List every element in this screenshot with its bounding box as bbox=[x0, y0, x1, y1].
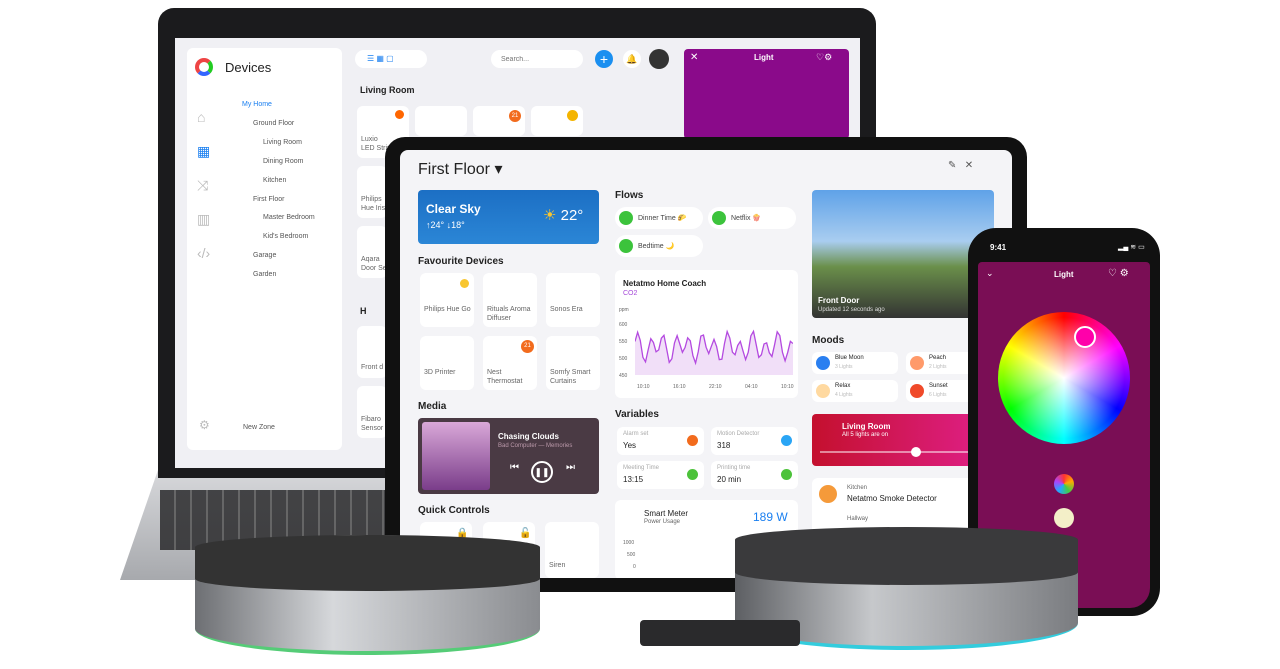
favourite-device[interactable]: Rituals Aroma Diffuser bbox=[483, 273, 537, 327]
favourite-device[interactable]: 3D Printer bbox=[420, 336, 474, 390]
flows-title: Flows bbox=[615, 190, 644, 201]
front-door-camera[interactable]: Front Door Updated 12 seconds ago bbox=[812, 190, 994, 318]
sidebar-title: Devices bbox=[225, 60, 272, 75]
heart-icon[interactable]: ♡ ⚙ bbox=[1108, 268, 1129, 279]
y-tick: 600 bbox=[619, 322, 628, 328]
favourites-title: Favourite Devices bbox=[418, 256, 504, 267]
device-card[interactable]: Fibaro Sensor bbox=[357, 386, 387, 438]
sidebar: Devices ⌂ ▦ ⤨ ▥ ‹/› My Home Ground Floor Liv… bbox=[187, 48, 342, 450]
white-light-icon[interactable] bbox=[1054, 508, 1074, 528]
y-tick: 550 bbox=[619, 339, 628, 345]
settings-icon[interactable]: ⚙ bbox=[199, 418, 210, 432]
grid-icon[interactable]: ▦ bbox=[197, 134, 210, 168]
next-button[interactable]: ⏭ bbox=[566, 462, 575, 473]
section-title-2: H bbox=[360, 306, 367, 316]
tree-item[interactable]: Kid's Bedroom bbox=[263, 233, 308, 240]
weather-card[interactable]: Clear Sky ↑24° ↓18° ☀ 22° bbox=[418, 190, 599, 244]
device-card[interactable]: 21 bbox=[473, 106, 525, 136]
tree-item[interactable]: Kitchen bbox=[263, 177, 286, 184]
chevron-down-icon[interactable]: ⌄ bbox=[986, 268, 994, 279]
edit-close-icons[interactable]: ✎ ✕ bbox=[948, 160, 973, 171]
avatar[interactable] bbox=[649, 49, 669, 69]
variable-card[interactable]: Printing time 20 min bbox=[711, 461, 798, 489]
page-title[interactable]: First Floor ▾ bbox=[418, 159, 502, 179]
pause-button[interactable]: ❚❚ bbox=[531, 461, 553, 483]
hub-left bbox=[195, 535, 540, 655]
heart-icon[interactable]: ♡⚙ bbox=[816, 52, 832, 63]
x-tick: 22:10 bbox=[709, 384, 722, 390]
phone-title: Light bbox=[1054, 270, 1074, 279]
variable-card[interactable]: Meeting Time 13:15 bbox=[617, 461, 704, 489]
favourite-device[interactable]: Philips Hue Go bbox=[420, 273, 474, 327]
favourite-device[interactable]: Sonos Era bbox=[546, 273, 600, 327]
variable-card[interactable]: Alarm set Yes bbox=[617, 427, 704, 455]
tree-item[interactable]: Ground Floor bbox=[253, 120, 294, 127]
device-card[interactable] bbox=[531, 106, 583, 136]
variables-title: Variables bbox=[615, 409, 659, 420]
view-toggle[interactable]: ☰ ▦ ▢ bbox=[355, 50, 427, 68]
color-wheel[interactable] bbox=[998, 312, 1130, 444]
flow-bedtime[interactable]: Bedtime 🌙 bbox=[615, 235, 703, 257]
home-coach-card: Netatmo Home Coach CO2 ppm 600 550 500 450 1… bbox=[615, 270, 798, 398]
flow-netflix[interactable]: Netflix 🍿 bbox=[708, 207, 796, 229]
media-player: Chasing Clouds Bad Computer — Memories ⏮… bbox=[418, 418, 599, 494]
device-card[interactable]: Philips Hue Iris bbox=[357, 166, 387, 218]
tree-item[interactable]: First Floor bbox=[253, 196, 285, 203]
sidebar-nav-icons: ⌂ ▦ ⤨ ▥ ‹/› bbox=[197, 100, 210, 270]
co2-line-chart bbox=[635, 329, 793, 375]
quick-control-siren[interactable]: Siren bbox=[545, 522, 599, 578]
y-tick: 500 bbox=[619, 356, 628, 362]
logo-icon bbox=[195, 58, 213, 76]
tree-item[interactable]: Garage bbox=[253, 252, 276, 259]
light-panel: ✕ Light ♡⚙ bbox=[684, 49, 849, 139]
tree-item[interactable]: Living Room bbox=[263, 139, 302, 146]
x-tick: 04:10 bbox=[745, 384, 758, 390]
favourite-device[interactable]: Somfy Smart Curtains bbox=[546, 336, 600, 390]
album-art bbox=[422, 422, 490, 490]
x-tick: 10:10 bbox=[637, 384, 650, 390]
living-room-card[interactable]: Living Room All 5 lights are on bbox=[812, 414, 992, 466]
mood-item[interactable]: Relax 4 Lights bbox=[812, 380, 898, 402]
track-artist: Bad Computer — Memories bbox=[498, 443, 573, 449]
device-card[interactable] bbox=[415, 106, 467, 136]
search-input[interactable] bbox=[491, 50, 583, 68]
media-title: Media bbox=[418, 401, 447, 412]
flow-dinner-time[interactable]: Dinner Time 🌮 bbox=[615, 207, 703, 229]
bell-icon[interactable]: 🔔 bbox=[623, 50, 641, 68]
variable-card[interactable]: Motion Detector 318 bbox=[711, 427, 798, 455]
home-icon[interactable]: ⌂ bbox=[197, 100, 210, 134]
close-icon[interactable]: ✕ bbox=[690, 52, 698, 63]
section-title: Living Room bbox=[360, 85, 415, 95]
light-title: Light bbox=[754, 53, 774, 62]
status-icons: ▂▄ ≋ ▭ bbox=[1118, 244, 1145, 251]
brightness-slider[interactable] bbox=[820, 447, 980, 457]
tablet: First Floor ▾ ✎ ✕ Clear Sky ↑24° ↓18° ☀ … bbox=[385, 137, 1027, 592]
chart-icon[interactable]: ▥ bbox=[197, 202, 210, 236]
tree-my-home[interactable]: My Home bbox=[242, 101, 272, 108]
add-button[interactable]: + bbox=[595, 50, 613, 68]
x-tick: 16:10 bbox=[673, 384, 686, 390]
x-tick: 10:10 bbox=[781, 384, 794, 390]
palette-icon[interactable] bbox=[1054, 474, 1074, 494]
y-tick: 450 bbox=[619, 373, 628, 379]
shuffle-icon[interactable]: ⤨ bbox=[197, 168, 210, 202]
device-card[interactable]: Front d bbox=[357, 326, 387, 378]
tree-item[interactable]: Garden bbox=[253, 271, 276, 278]
new-zone-button[interactable]: New Zone bbox=[243, 424, 275, 431]
quick-controls-title: Quick Controls bbox=[418, 505, 490, 516]
tablet-screen: First Floor ▾ ✎ ✕ Clear Sky ↑24° ↓18° ☀ … bbox=[400, 150, 1012, 578]
device-card[interactable]: Aqara Door Se bbox=[357, 226, 387, 278]
status-time: 9:41 bbox=[990, 243, 1007, 252]
favourite-device[interactable]: Nest Thermostat 21 bbox=[483, 336, 537, 390]
code-icon[interactable]: ‹/› bbox=[197, 236, 210, 270]
sun-icon: ☀ bbox=[543, 207, 557, 224]
mood-item[interactable]: Blue Moon 3 Lights bbox=[812, 352, 898, 374]
track-title: Chasing Clouds bbox=[498, 432, 559, 441]
moods-title: Moods bbox=[812, 335, 845, 346]
tree-item[interactable]: Dining Room bbox=[263, 158, 303, 165]
ethernet-adapter bbox=[640, 620, 800, 646]
tree-item[interactable]: Master Bedroom bbox=[263, 214, 315, 221]
prev-button[interactable]: ⏮ bbox=[510, 462, 519, 473]
